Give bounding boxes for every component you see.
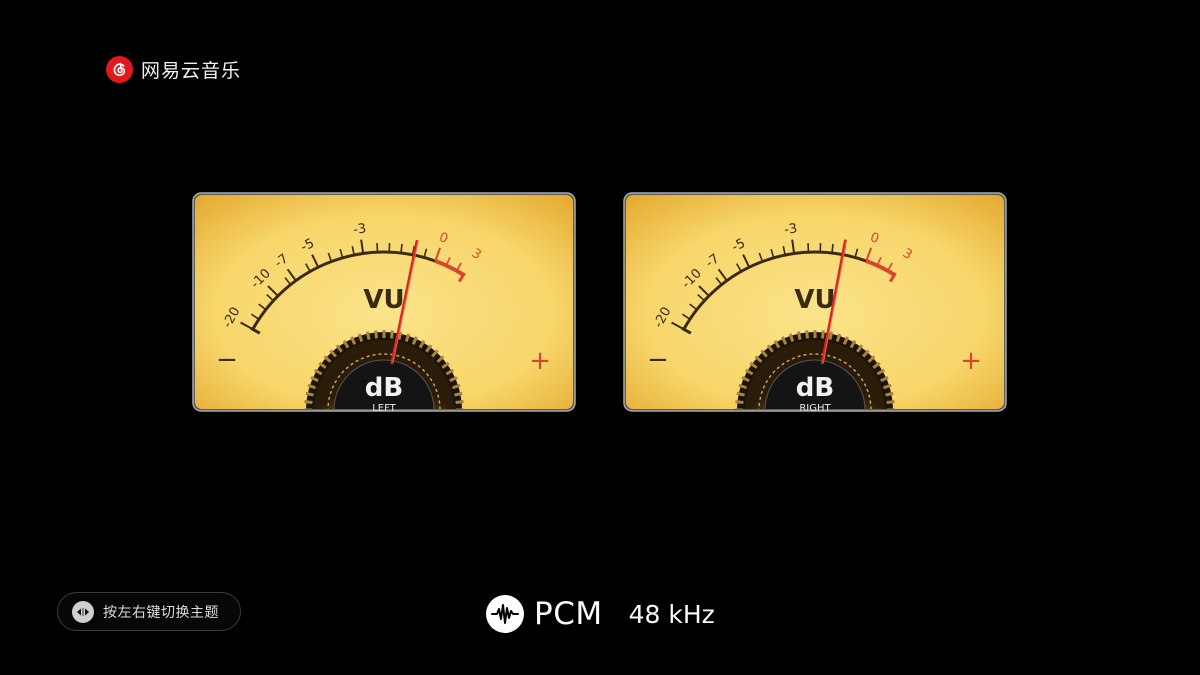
netease-music-logo-icon (106, 56, 133, 83)
scale-tick (400, 243, 403, 254)
vu-meter-right: -20 -10 -7 -5 -3 0 3− + VU dB RIGHT (623, 192, 1007, 412)
app-name: 网易云音乐 (141, 60, 242, 82)
meter-title: VU (363, 285, 404, 315)
vu-meter-left: -20 -10 -7 -5 -3 0 3− + VU dB LEFT (192, 192, 576, 412)
audio-format-label: PCM (534, 596, 603, 632)
minus-sign: − (216, 345, 238, 375)
plus-sign: + (960, 346, 982, 376)
meter-title: VU (794, 285, 835, 315)
switch-theme-hint-text: 按左右键切换主题 (103, 604, 219, 621)
meter-channel-label: LEFT (372, 403, 396, 412)
scale-tick (831, 243, 834, 254)
minus-sign: − (647, 345, 669, 375)
sample-rate-label: 48 kHz (628, 599, 715, 629)
audio-format-info: PCM 48 kHz (486, 594, 715, 634)
left-right-arrows-icon (72, 600, 94, 623)
scale-label: -3 (352, 221, 367, 238)
meter-unit: dB (365, 373, 403, 403)
plus-sign: + (529, 346, 551, 376)
switch-theme-hint-button[interactable]: 按左右键切换主题 (57, 592, 241, 631)
waveform-icon (486, 595, 524, 633)
meter-unit: dB (796, 373, 834, 403)
app-brand: 网易云音乐 (106, 56, 241, 83)
vu-meter-screen: 网易云音乐 -20 -10 -7 -5 -3 0 3− + VU dB LEFT -20 -10 -7-… (0, 0, 1200, 675)
scale-label: -3 (783, 221, 798, 238)
meter-channel-label: RIGHT (799, 403, 831, 412)
